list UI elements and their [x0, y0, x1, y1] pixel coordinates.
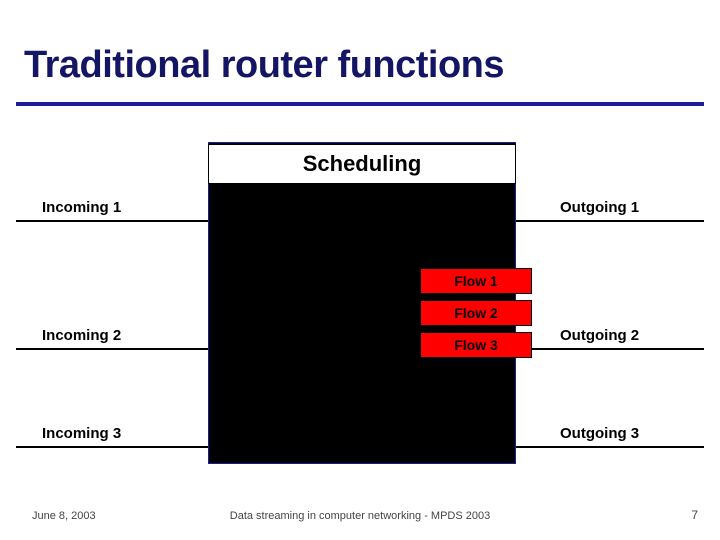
slide: Traditional router functions Scheduling …: [0, 0, 720, 540]
title-underline: [16, 102, 704, 106]
label-incoming-2: Incoming 2: [42, 327, 121, 344]
flow-box-1: Flow 1: [420, 268, 532, 294]
label-incoming-1: Incoming 1: [42, 199, 121, 216]
scheduling-header: Scheduling: [208, 144, 516, 184]
wire-outgoing-1: [516, 220, 704, 222]
wire-incoming-2: [16, 348, 208, 350]
label-outgoing-2: Outgoing 2: [560, 327, 639, 344]
label-outgoing-3: Outgoing 3: [560, 425, 639, 442]
wire-incoming-3: [16, 446, 208, 448]
footer-page: 7: [691, 508, 698, 522]
flow-box-3: Flow 3: [420, 332, 532, 358]
label-outgoing-1: Outgoing 1: [560, 199, 639, 216]
slide-title: Traditional router functions: [24, 44, 504, 87]
wire-incoming-1: [16, 220, 208, 222]
flow-box-2: Flow 2: [420, 300, 532, 326]
wire-outgoing-2: [516, 348, 704, 350]
wire-outgoing-3: [516, 446, 704, 448]
label-incoming-3: Incoming 3: [42, 425, 121, 442]
footer-center: Data streaming in computer networking - …: [0, 510, 720, 522]
